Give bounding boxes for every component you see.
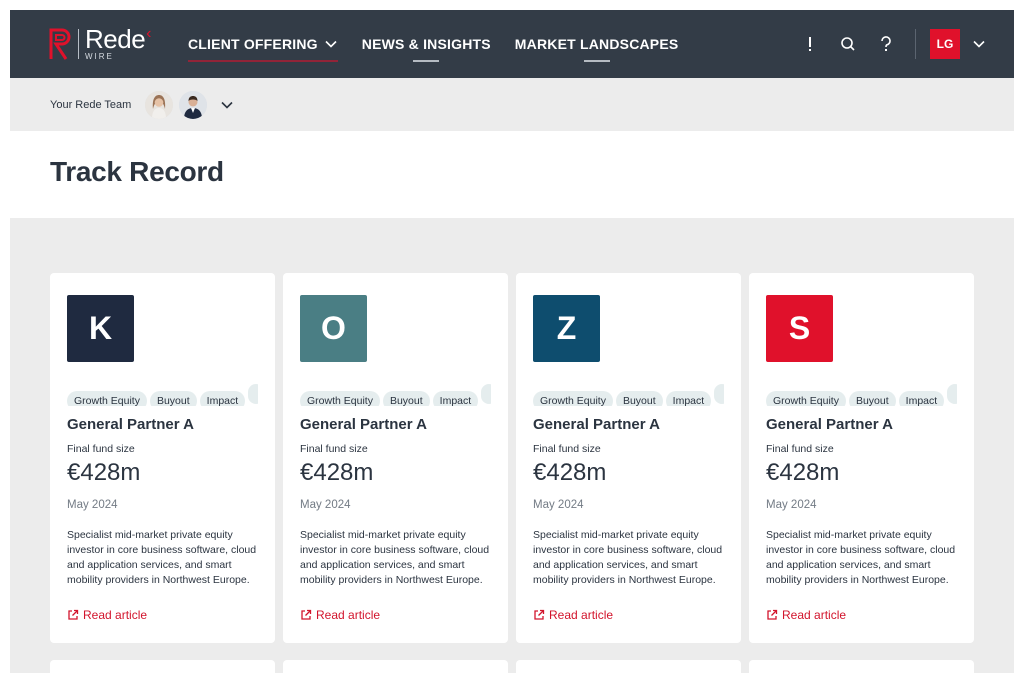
tag[interactable]: Impact: [898, 391, 945, 406]
page-title: Track Record: [50, 156, 224, 187]
fund-size-label: Final fund size: [300, 443, 368, 455]
nav-market-landscapes-label: MARKET LANDSCAPES: [514, 36, 679, 52]
company-tile: K: [67, 295, 134, 362]
team-label: Your Rede Team: [50, 98, 132, 111]
track-record-card: K Growth Equity Buyout Impact General Part…: [50, 273, 275, 643]
card-title: General Partner A: [533, 416, 660, 433]
company-tile: Z: [533, 295, 600, 362]
rede-logo-mark-icon: [48, 27, 74, 61]
external-link-icon: [767, 609, 778, 620]
track-record-card: O Growth Equity Buyout Impact General Part…: [283, 273, 508, 643]
fund-date: May 2024: [67, 499, 118, 511]
card-description: Specialist mid-market private equity inv…: [766, 529, 956, 586]
track-record-card: [283, 660, 508, 673]
fund-date: May 2024: [533, 499, 584, 511]
card-description: Specialist mid-market private equity inv…: [533, 529, 723, 586]
logo-brand: Rede‹: [85, 24, 151, 54]
nav-active-underline: [188, 60, 338, 62]
tag[interactable]: Impact: [432, 391, 479, 406]
track-record-card: S Growth Equity Buyout Impact General Part…: [749, 273, 974, 643]
app-frame: Rede‹ WIRE CLIENT OFFERING NEWS & INSIGH…: [10, 10, 1014, 673]
tag[interactable]: Growth Equity: [766, 391, 846, 406]
card-description: Specialist mid-market private equity inv…: [300, 529, 490, 586]
read-article-label: Read article: [782, 608, 847, 622]
tag[interactable]: Buyout: [615, 391, 663, 406]
chevron-down-icon: [325, 40, 337, 48]
tag[interactable]: Impact: [199, 391, 246, 406]
read-article-link[interactable]: Read article: [67, 608, 147, 622]
card-title: General Partner A: [766, 416, 893, 433]
read-article-label: Read article: [316, 608, 381, 622]
logo-divider: [78, 28, 79, 59]
cards-area: K Growth Equity Buyout Impact General Part…: [10, 218, 1014, 673]
fund-size-value: €428m: [67, 459, 141, 486]
nav-news-insights-label: NEWS & INSIGHTS: [361, 36, 491, 52]
card-title: General Partner A: [67, 416, 194, 433]
nav-underline: [413, 60, 440, 62]
team-member-avatar[interactable]: [145, 90, 174, 119]
tag[interactable]: [481, 384, 491, 404]
track-record-card: [516, 660, 741, 673]
tag[interactable]: [714, 384, 724, 404]
fund-size-label: Final fund size: [766, 443, 834, 455]
tag[interactable]: Impact: [665, 391, 712, 406]
fund-size-value: €428m: [300, 459, 374, 486]
fund-date: May 2024: [766, 499, 817, 511]
top-navigation: Rede‹ WIRE CLIENT OFFERING NEWS & INSIGH…: [10, 10, 1014, 78]
track-record-card: Z Growth Equity Buyout Impact General Part…: [516, 273, 741, 643]
tag[interactable]: [947, 384, 957, 404]
nav-actions: LG: [791, 10, 1014, 78]
tag[interactable]: Buyout: [382, 391, 430, 406]
search-icon[interactable]: [829, 25, 867, 63]
logo-sub: WIRE: [85, 52, 114, 61]
fund-size-label: Final fund size: [67, 443, 135, 455]
team-member-avatar[interactable]: [179, 90, 208, 119]
alert-icon[interactable]: [791, 25, 829, 63]
user-menu-chevron-icon[interactable]: [960, 25, 998, 63]
read-article-label: Read article: [83, 608, 148, 622]
card-title: General Partner A: [300, 416, 427, 433]
help-icon[interactable]: [867, 25, 905, 63]
card-description: Specialist mid-market private equity inv…: [67, 529, 257, 586]
company-tile: O: [300, 295, 367, 362]
read-article-label: Read article: [549, 608, 614, 622]
logo-brand-text: Rede: [85, 24, 146, 54]
fund-date: May 2024: [300, 499, 351, 511]
tag[interactable]: Buyout: [149, 391, 197, 406]
tag-list: Growth Equity Buyout Impact: [766, 384, 957, 406]
tag[interactable]: Growth Equity: [300, 391, 380, 406]
tag[interactable]: Growth Equity: [67, 391, 147, 406]
read-article-link[interactable]: Read article: [533, 608, 613, 622]
nav-client-offering[interactable]: CLIENT OFFERING: [188, 36, 338, 62]
read-article-link[interactable]: Read article: [766, 608, 846, 622]
external-link-icon: [68, 609, 79, 620]
user-avatar[interactable]: LG: [930, 29, 960, 59]
tag[interactable]: [248, 384, 258, 404]
external-link-icon: [301, 609, 312, 620]
tag[interactable]: Buyout: [848, 391, 896, 406]
rede-wire-logo[interactable]: Rede‹ WIRE: [48, 24, 151, 61]
logo-text: Rede‹ WIRE: [85, 24, 151, 61]
read-article-link[interactable]: Read article: [300, 608, 380, 622]
fund-size-label: Final fund size: [533, 443, 601, 455]
team-bar: Your Rede Team: [10, 78, 1014, 131]
nav-news-insights[interactable]: NEWS & INSIGHTS: [361, 36, 491, 62]
nav-separator: [915, 29, 916, 59]
logo-tick-icon: ‹: [146, 25, 151, 42]
nav-underline: [583, 60, 610, 62]
track-record-card: [50, 660, 275, 673]
fund-size-value: €428m: [766, 459, 840, 486]
main-nav: CLIENT OFFERING NEWS & INSIGHTS MARKET L…: [188, 10, 702, 78]
tag[interactable]: Growth Equity: [533, 391, 613, 406]
track-record-card: [749, 660, 974, 673]
tag-list: Growth Equity Buyout Impact: [300, 384, 491, 406]
external-link-icon: [534, 609, 545, 620]
tag-list: Growth Equity Buyout Impact: [67, 384, 258, 406]
team-chevron-down-icon[interactable]: [217, 95, 237, 115]
fund-size-value: €428m: [533, 459, 607, 486]
nav-market-landscapes[interactable]: MARKET LANDSCAPES: [514, 36, 679, 62]
nav-client-offering-label: CLIENT OFFERING: [188, 36, 318, 52]
company-tile: S: [766, 295, 833, 362]
tag-list: Growth Equity Buyout Impact: [533, 384, 724, 406]
